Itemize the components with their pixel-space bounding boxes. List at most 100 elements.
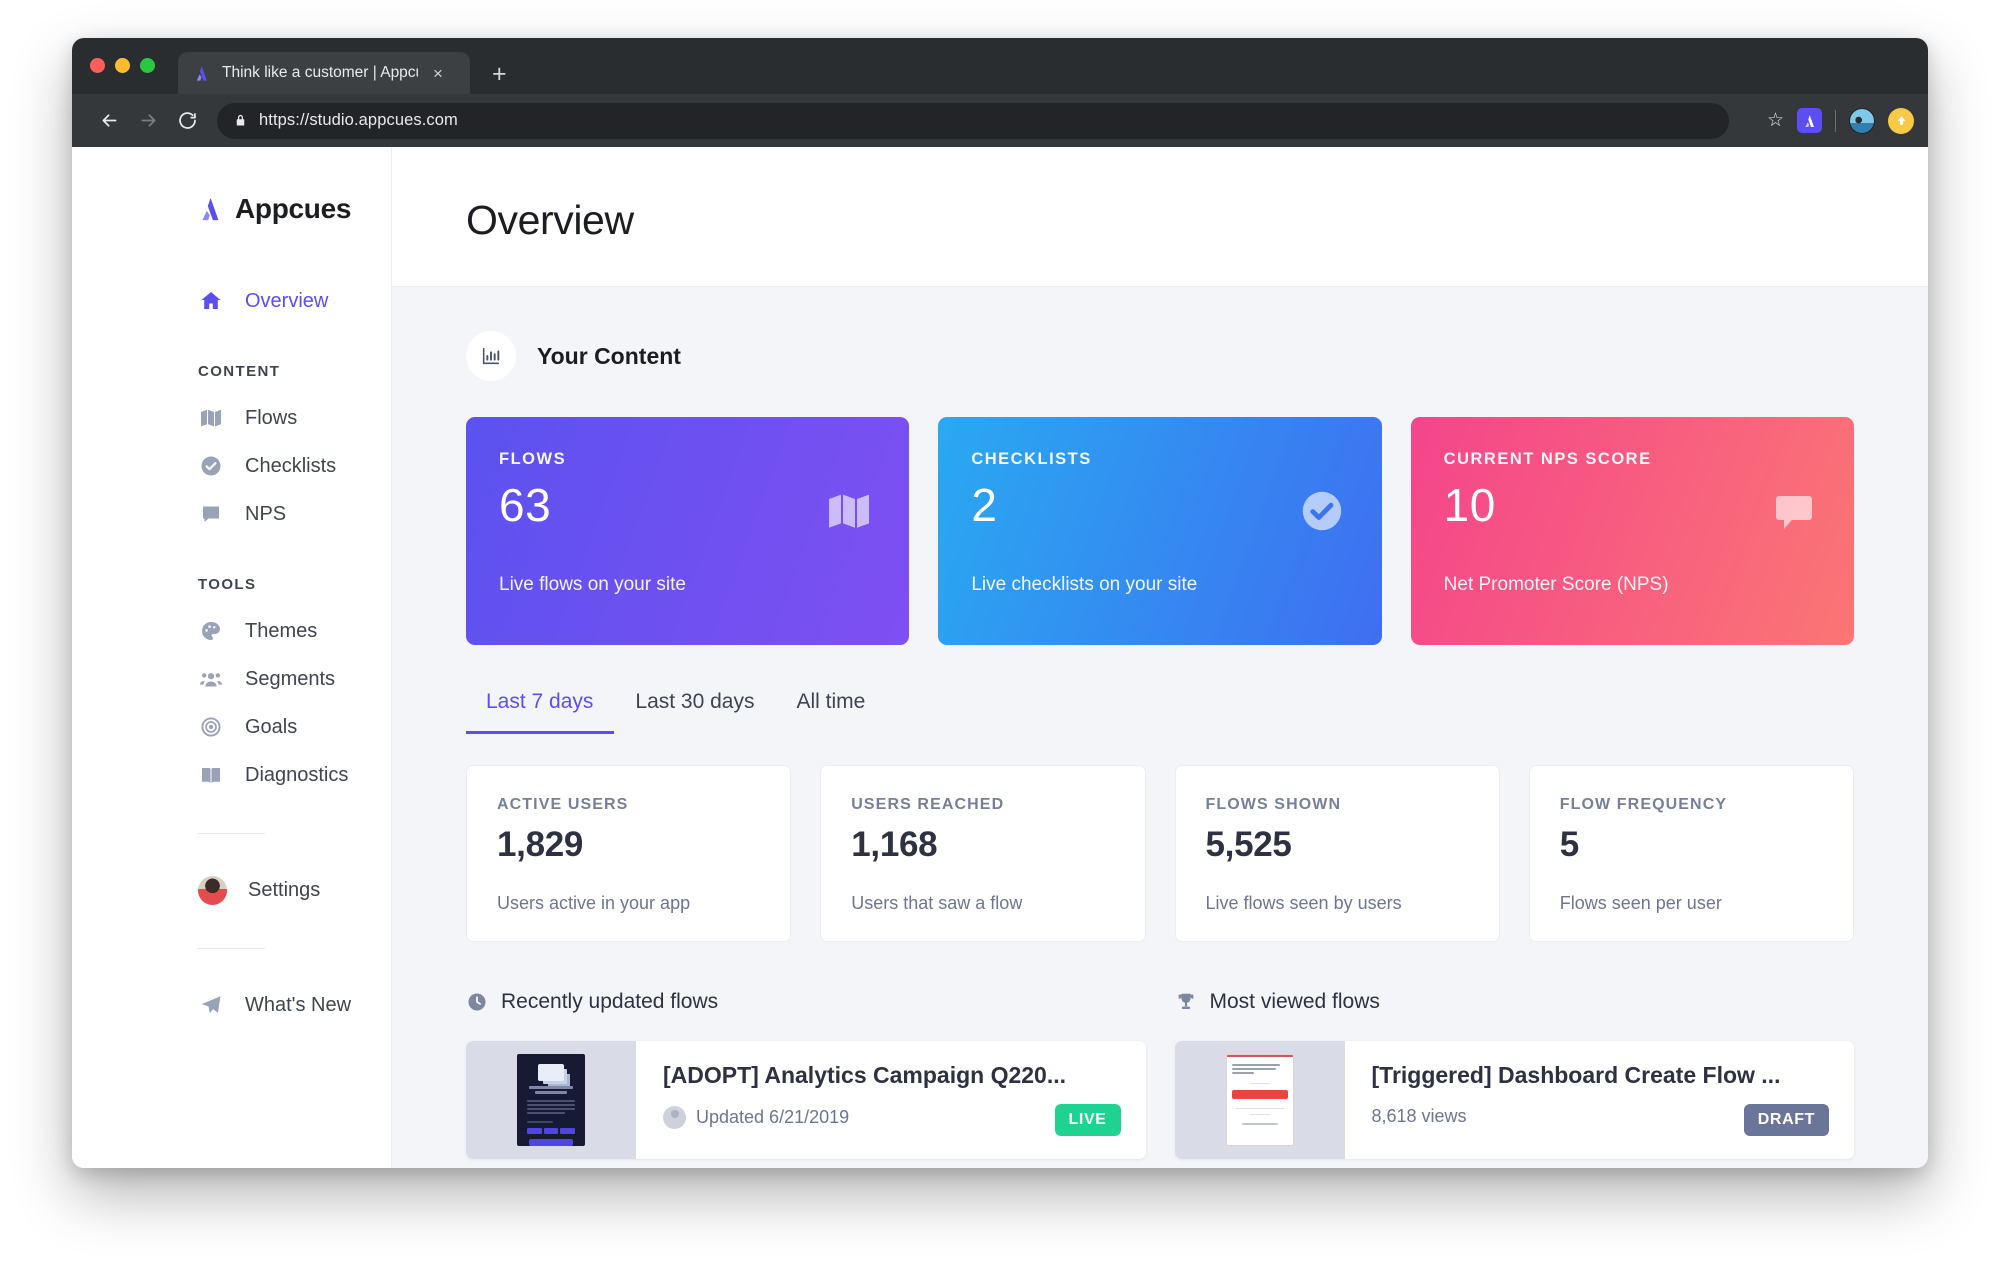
sidebar-item-goals[interactable]: Goals	[72, 703, 391, 751]
sidebar-item-settings[interactable]: Settings	[72, 866, 391, 914]
content-scroll-area: Your Content FLOWS 63 Live flows on your…	[392, 287, 1928, 1168]
metric-sub: Flows seen per user	[1559, 893, 1722, 913]
sidebar-item-checklists[interactable]: Checklists	[72, 442, 391, 490]
sidebar-item-diagnostics[interactable]: Diagnostics	[72, 751, 391, 799]
recently-updated-flows-column: Recently updated flows [ADOPT] Analytics…	[466, 990, 1146, 1159]
metric-card-flows-shown: FLOWS SHOWN 5,525 Live flows seen by use…	[1174, 765, 1500, 942]
appcues-logo-icon	[197, 195, 225, 223]
list-title: Recently updated flows	[501, 990, 719, 1013]
sidebar-item-label: Goals	[245, 715, 298, 738]
sidebar-item-label: What's New	[245, 993, 352, 1016]
most-viewed-flows-column: Most viewed flows [Triggered] Dashboard …	[1174, 990, 1855, 1159]
metric-label: FLOW FREQUENCY	[1559, 796, 1728, 813]
stat-card-label: CHECKLISTS	[971, 450, 1092, 468]
stat-card-value: 2	[971, 479, 998, 531]
your-content-header: Your Content	[466, 331, 1854, 381]
check-circle-icon	[1298, 487, 1346, 540]
stat-card-flows[interactable]: FLOWS 63 Live flows on your site	[466, 417, 910, 645]
url-text: https://studio.appcues.com	[259, 111, 458, 129]
user-avatar-icon	[663, 1106, 686, 1129]
most-viewed-flows-header: Most viewed flows	[1175, 990, 1855, 1014]
metric-value: 1,829	[497, 825, 584, 864]
tab-all-time[interactable]: All time	[776, 690, 887, 734]
minimize-window-button[interactable]	[115, 58, 130, 73]
brand-name: Appcues	[235, 193, 352, 224]
sidebar-divider-bottom	[198, 948, 265, 949]
browser-toolbar: https://studio.appcues.com ☆	[72, 94, 1928, 147]
speech-bubble-icon	[198, 501, 224, 527]
browser-window: Think like a customer | Appcues × + http…	[72, 38, 1928, 1168]
appcues-extension-icon[interactable]	[1797, 108, 1822, 133]
flow-meta-text: 8,618 views	[1371, 1106, 1467, 1126]
update-arrow-icon[interactable]	[1888, 107, 1914, 134]
toolbar-actions: ☆	[1759, 107, 1914, 134]
bookmark-star-icon[interactable]: ☆	[1767, 111, 1784, 130]
stat-card-checklists[interactable]: CHECKLISTS 2 Live checklists on your sit…	[938, 417, 1382, 645]
clock-icon	[466, 991, 488, 1013]
flow-thumbnail-wrap	[1174, 1041, 1345, 1159]
recently-updated-flows-header: Recently updated flows	[466, 990, 1146, 1014]
flow-list-item[interactable]: [Triggered] Dashboard Create Flow ... 8,…	[1174, 1041, 1854, 1159]
profile-avatar[interactable]	[1849, 107, 1875, 134]
forward-icon[interactable]	[131, 104, 165, 138]
flow-thumbnail	[1225, 1054, 1294, 1146]
your-content-title: Your Content	[537, 342, 681, 369]
tab-last-7-days[interactable]: Last 7 days	[466, 690, 615, 734]
page-header: Overview	[392, 147, 1928, 287]
home-icon	[198, 288, 224, 314]
browser-tab[interactable]: Think like a customer | Appcues ×	[178, 52, 470, 94]
metric-label: FLOWS SHOWN	[1205, 796, 1342, 813]
maximize-window-button[interactable]	[140, 58, 155, 73]
back-icon[interactable]	[92, 104, 126, 138]
flow-name: [ADOPT] Analytics Campaign Q220...	[663, 1062, 1067, 1088]
window-controls	[90, 58, 155, 73]
metric-card-users-reached: USERS REACHED 1,168 Users that saw a flo…	[820, 765, 1146, 942]
stat-card-sub: Live checklists on your site	[971, 574, 1198, 595]
stat-card-sub: Net Promoter Score (NPS)	[1443, 574, 1669, 595]
sidebar-item-whats-new[interactable]: What's New	[72, 981, 391, 1029]
metric-label: USERS REACHED	[851, 796, 1005, 813]
close-tab-icon[interactable]: ×	[429, 65, 447, 82]
check-circle-icon	[198, 453, 224, 479]
sidebar-item-flows[interactable]: Flows	[72, 394, 391, 442]
sidebar-item-label: NPS	[245, 502, 287, 525]
metric-cards: ACTIVE USERS 1,829 Users active in your …	[466, 765, 1854, 942]
tab-last-30-days[interactable]: Last 30 days	[614, 690, 775, 734]
date-range-tabs: Last 7 days Last 30 days All time	[466, 690, 1854, 734]
sidebar-item-nps[interactable]: NPS	[72, 490, 391, 538]
brand-logo[interactable]: Appcues	[72, 193, 391, 225]
list-title: Most viewed flows	[1209, 990, 1380, 1013]
address-bar[interactable]: https://studio.appcues.com	[217, 102, 1729, 139]
speech-bubble-icon	[1770, 487, 1818, 540]
flow-list-item[interactable]: [ADOPT] Analytics Campaign Q220... Updat…	[466, 1041, 1146, 1159]
flow-lists: Recently updated flows [ADOPT] Analytics…	[466, 990, 1854, 1159]
browser-tab-strip: Think like a customer | Appcues × +	[72, 38, 1928, 94]
content-stat-cards: FLOWS 63 Live flows on your site CHECKLI…	[466, 417, 1854, 645]
sidebar-item-label: Flows	[245, 406, 298, 429]
lock-icon	[233, 113, 248, 128]
metric-sub: Users that saw a flow	[851, 893, 1023, 913]
palette-icon	[198, 618, 224, 644]
stat-card-label: CURRENT NPS SCORE	[1443, 450, 1652, 468]
flow-meta: Updated 6/21/2019	[663, 1106, 1121, 1129]
stat-card-nps[interactable]: CURRENT NPS SCORE 10 Net Promoter Score …	[1410, 417, 1854, 645]
sidebar: Appcues Overview CONTENT Flows Checklist…	[72, 147, 392, 1168]
sidebar-divider-top	[198, 833, 265, 834]
sidebar-item-segments[interactable]: Segments	[72, 655, 391, 703]
metric-value: 1,168	[851, 825, 938, 864]
stat-card-sub: Live flows on your site	[499, 574, 686, 595]
stat-card-value: 10	[1443, 479, 1496, 531]
toolbar-divider	[1835, 109, 1836, 132]
sidebar-item-label: Checklists	[245, 454, 337, 477]
sidebar-section-content-label: CONTENT	[198, 363, 281, 380]
flow-thumbnail-wrap	[466, 1041, 636, 1159]
metric-label: ACTIVE USERS	[497, 796, 629, 813]
app-body: Appcues Overview CONTENT Flows Checklist…	[72, 147, 1928, 1168]
new-tab-button[interactable]: +	[492, 62, 507, 87]
sidebar-item-overview[interactable]: Overview	[72, 277, 391, 325]
reload-icon[interactable]	[170, 104, 204, 138]
close-window-button[interactable]	[90, 58, 105, 73]
page-title: Overview	[466, 197, 634, 243]
flow-details: [ADOPT] Analytics Campaign Q220... Updat…	[636, 1041, 1146, 1159]
sidebar-item-themes[interactable]: Themes	[72, 607, 391, 655]
